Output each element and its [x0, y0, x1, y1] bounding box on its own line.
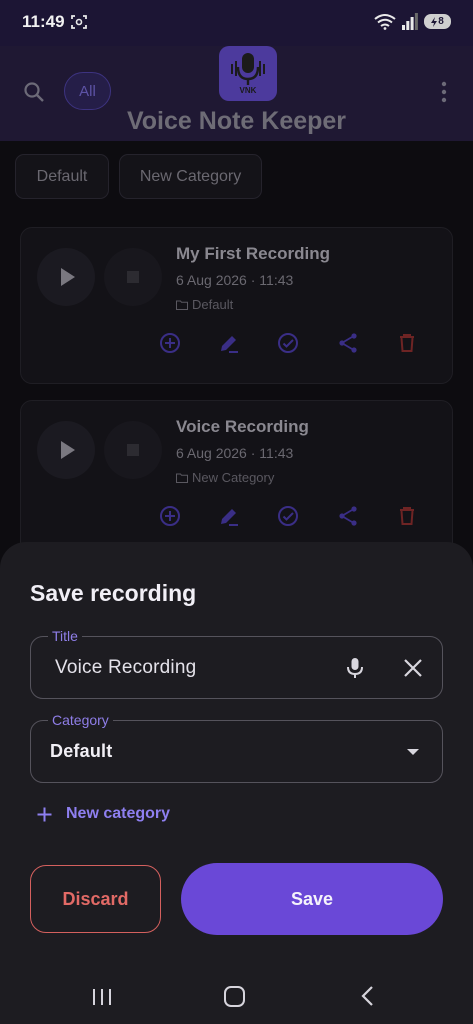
home-icon[interactable] [224, 986, 245, 1007]
save-recording-sheet: Save recording Title Voice Recording Cat… [0, 542, 473, 1024]
card-actions [156, 329, 431, 357]
title-field[interactable]: Title Voice Recording [30, 628, 443, 699]
microphone-icon[interactable] [343, 656, 367, 680]
folder-icon [176, 473, 188, 483]
battery-charging-icon: 8 [424, 14, 451, 29]
card-actions [156, 502, 431, 530]
status-right-group: 8 [374, 13, 451, 30]
new-category-label: New category [66, 805, 171, 822]
sheet-title: Save recording [30, 580, 197, 606]
recording-card[interactable]: My First Recording 6 Aug 2026 · 11:43 De… [20, 227, 453, 384]
recording-category: New Category [176, 470, 274, 485]
play-button[interactable] [37, 248, 95, 306]
status-bar: 11:49 8 [0, 0, 473, 46]
system-nav-bar [0, 972, 473, 1024]
recents-icon[interactable] [91, 987, 113, 1007]
battery-level: 8 [438, 16, 444, 27]
dropdown-arrow-icon[interactable] [407, 749, 419, 755]
new-category-button[interactable]: New category [36, 802, 170, 826]
title-field-label: Title [48, 628, 82, 644]
screenshot-capture-icon [71, 15, 87, 29]
stop-button[interactable] [104, 248, 162, 306]
title-field-value[interactable]: Voice Recording [55, 657, 196, 679]
recording-date: 6 Aug 2026 · 11:43 [176, 445, 294, 461]
recording-title: My First Recording [176, 244, 330, 263]
category-chip-new-category[interactable]: New Category [119, 154, 262, 199]
charging-bolt-icon [431, 16, 438, 27]
signal-icon [402, 13, 418, 30]
microphone-logo-icon [231, 53, 265, 85]
app-logo-label: VNK [239, 86, 257, 95]
status-time: 11:49 [22, 12, 65, 31]
app-title: Voice Note Keeper [126, 107, 347, 135]
discard-button[interactable]: Discard [30, 865, 161, 933]
back-icon[interactable] [359, 985, 375, 1007]
app-bar: All VNK Voice Note Keeper [0, 46, 473, 141]
delete-icon[interactable] [395, 504, 419, 528]
category-field-value[interactable]: Default [50, 741, 112, 762]
check-circle-icon[interactable] [276, 504, 300, 528]
recording-date: 6 Aug 2026 · 11:43 [176, 272, 294, 288]
add-circle-icon[interactable] [158, 331, 182, 355]
recording-category: Default [176, 297, 233, 312]
add-circle-icon[interactable] [158, 504, 182, 528]
recording-category-label: New Category [192, 470, 275, 485]
check-circle-icon[interactable] [276, 331, 300, 355]
recording-title: Voice Recording [176, 417, 309, 436]
category-field-label: Category [48, 712, 113, 728]
save-button[interactable]: Save [181, 863, 443, 935]
stop-button[interactable] [104, 421, 162, 479]
share-icon[interactable] [336, 331, 360, 355]
share-icon[interactable] [336, 504, 360, 528]
plus-icon [37, 807, 52, 821]
clear-icon[interactable] [402, 657, 424, 679]
app-logo: VNK [219, 46, 277, 101]
recording-card[interactable]: Voice Recording 6 Aug 2026 · 11:43 New C… [20, 400, 453, 557]
delete-icon[interactable] [395, 331, 419, 355]
play-button[interactable] [37, 421, 95, 479]
recording-category-label: Default [192, 297, 234, 312]
wifi-icon [374, 14, 396, 30]
folder-icon [176, 300, 188, 310]
all-filter-chip[interactable]: All [64, 72, 111, 110]
edit-icon[interactable] [217, 331, 241, 355]
search-icon[interactable] [22, 80, 46, 104]
category-chip-default[interactable]: Default [15, 154, 109, 199]
more-vert-icon[interactable] [437, 81, 451, 103]
category-dropdown[interactable]: Category Default [30, 712, 443, 783]
edit-icon[interactable] [217, 504, 241, 528]
